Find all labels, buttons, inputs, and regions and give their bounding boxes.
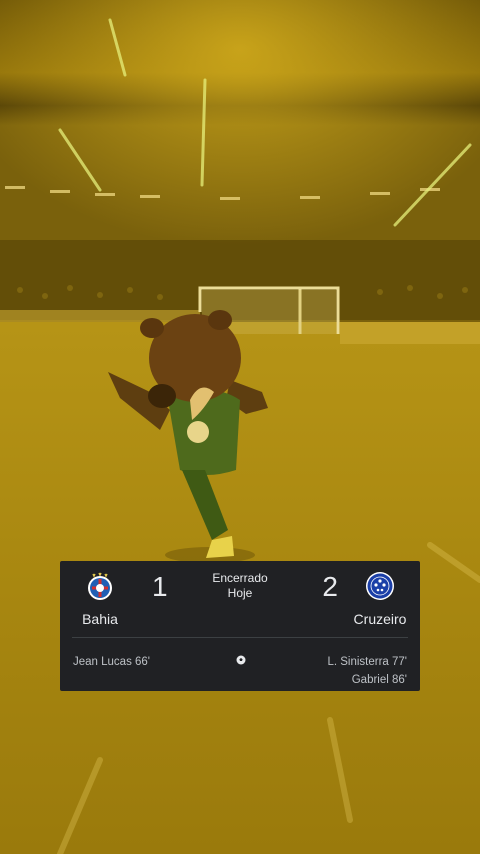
away-scorers: L. Sinisterra 77' Gabriel 86' <box>327 653 407 689</box>
match-status-label: Encerrado <box>212 571 268 585</box>
away-score: 2 <box>322 571 338 602</box>
home-score: 1 <box>152 571 168 602</box>
match-score-card[interactable]: Bahia 1 Encerrado Hoje 2 Cruzeiro Jean L… <box>60 561 420 691</box>
stadium-video-frame <box>0 0 480 854</box>
home-team-name: Bahia <box>82 611 118 627</box>
match-status: Encerrado Hoje <box>190 571 290 601</box>
home-scorers: Jean Lucas 66' <box>73 653 150 671</box>
match-day-label: Hoje <box>227 586 253 600</box>
away-team-name: Cruzeiro <box>353 611 407 627</box>
home-scorer: Jean Lucas 66' <box>73 656 151 668</box>
away-team[interactable]: Cruzeiro <box>340 571 420 627</box>
divider <box>72 637 408 638</box>
away-scorer: L. Sinisterra 77' <box>327 656 407 668</box>
soccer-ball-icon <box>236 655 246 665</box>
cruzeiro-crest-icon <box>366 572 394 600</box>
home-team[interactable]: Bahia <box>60 571 140 627</box>
away-scorer: Gabriel 86' <box>351 674 407 686</box>
bahia-crest-icon <box>88 572 112 600</box>
